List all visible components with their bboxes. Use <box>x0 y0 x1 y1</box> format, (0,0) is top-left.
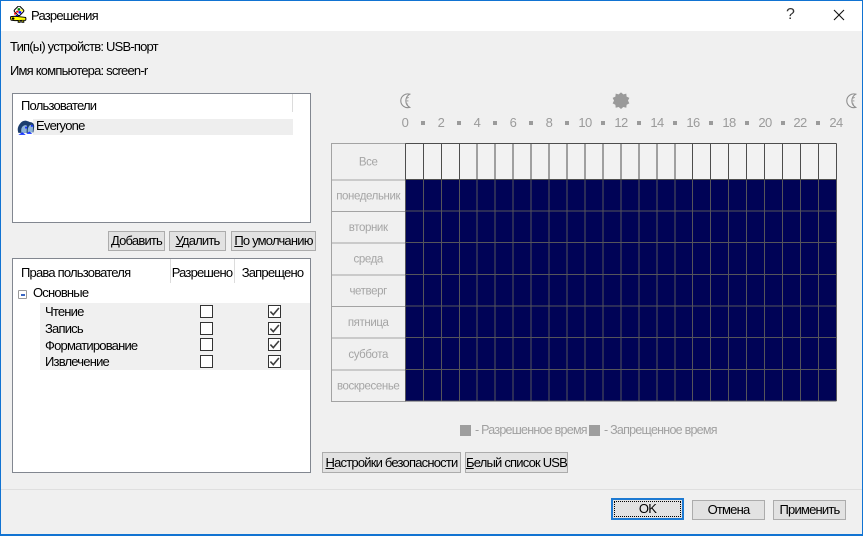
svg-text:пятница: пятница <box>348 317 390 329</box>
svg-text:вторник: вторник <box>349 222 389 234</box>
svg-text:четверг: четверг <box>349 285 387 297</box>
svg-text:среда: среда <box>353 254 383 266</box>
svg-text:воскресенье: воскресенье <box>337 380 399 392</box>
svg-text:понедельник: понедельник <box>336 190 401 202</box>
svg-text:Все: Все <box>359 156 378 168</box>
svg-text:суббота: суббота <box>348 349 389 361</box>
